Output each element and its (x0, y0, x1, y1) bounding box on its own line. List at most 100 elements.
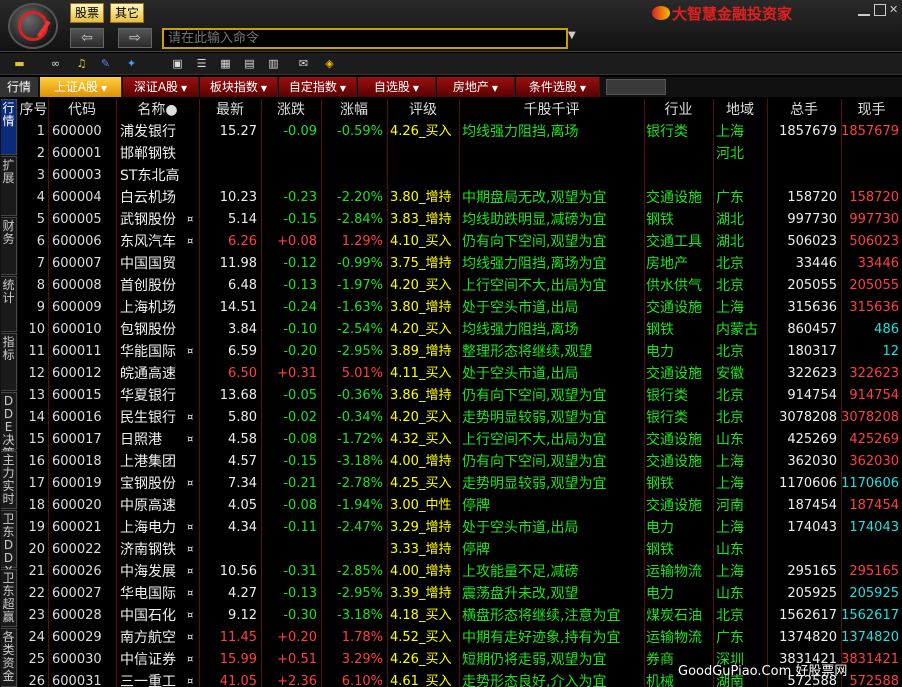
side-tab-dde[interactable]: DDE决策 (1, 392, 17, 460)
col-header-region[interactable]: 地域 (713, 99, 767, 121)
command-dropdown-icon[interactable]: ▼ (568, 30, 576, 41)
app-logo-icon[interactable] (8, 3, 58, 49)
cell-region: 北京 (716, 344, 744, 360)
tab-scrollbar[interactable] (606, 79, 666, 95)
tab-shenzhen-a[interactable]: 深证A股 ▼ (123, 77, 199, 97)
grid-icon[interactable]: ▦ (218, 56, 233, 71)
col-header-industry[interactable]: 行业 (644, 99, 713, 121)
col-header-rating[interactable]: 评级 (387, 99, 459, 121)
list-icon[interactable]: ☰ (194, 56, 209, 71)
side-tab-realtime[interactable]: 主力实时 (1, 451, 17, 509)
cell-region: 北京 (716, 388, 744, 404)
cell-pct: -2.20% (337, 190, 383, 205)
tab-watchlist[interactable]: 自选股 ▼ (358, 77, 436, 97)
side-tab-ddx[interactable]: 卫东DDX (1, 510, 17, 578)
forward-arrow-icon[interactable]: ⇨ (118, 28, 152, 48)
side-tab-indicator[interactable]: 指标 (1, 333, 17, 391)
cell-rating: 4.26_买入 (390, 124, 452, 139)
table-row[interactable]: 8 600008 首创股份 6.48 -0.13 -1.97% 4.20_买入 上行空间不大,… (19, 275, 902, 297)
cell-industry: 交通设施 (646, 190, 702, 206)
link-icon[interactable]: ✎ (98, 56, 113, 71)
back-arrow-icon[interactable]: ⇦ (70, 28, 104, 48)
cell-code: 600021 (52, 520, 102, 535)
col-header-change[interactable]: 涨跌 (261, 99, 321, 121)
cell-mark (187, 275, 199, 297)
cell-code: 600027 (52, 586, 102, 601)
network-icon[interactable]: ✦ (124, 56, 139, 71)
binoculars-icon[interactable]: ∞ (48, 56, 63, 71)
side-tab-chaoying[interactable]: 卫东超赢 (1, 569, 17, 627)
table-row[interactable]: 14 600016 民生银行 ¤ 5.80 -0.02 -0.34% 4.20_买入 走势明显较… (19, 407, 902, 429)
tab-condition-select[interactable]: 条件选股 ▼ (516, 77, 600, 97)
cell-price: 7.34 (228, 476, 257, 491)
cell-mark (187, 363, 199, 385)
table-icon[interactable]: ▥ (266, 56, 281, 71)
table-row[interactable]: 2 600001 邯郸钢铁 河北 (19, 143, 902, 165)
close-icon[interactable]: ✕ (889, 4, 901, 16)
side-tab-extend[interactable]: 扩展 (1, 156, 17, 216)
table-row[interactable]: 6 600006 东风汽车 ¤ 6.26 +0.08 1.29% 4.10_买入 仍有向下空间,… (19, 231, 902, 253)
col-header-code[interactable]: 代码 (48, 99, 116, 121)
table-row[interactable]: 9 600009 上海机场 14.51 -0.24 -1.63% 3.80_增持 处于空头市道… (19, 297, 902, 319)
col-header-name[interactable]: 名称● (116, 99, 199, 121)
table-row[interactable]: 18 600020 中原高速 4.05 -0.08 -1.94% 3.00_中性 停牌 交通设施… (19, 495, 902, 517)
folder-icon[interactable]: ▬ (12, 56, 27, 71)
brand-text: 大智慧金融投资家 (672, 5, 793, 23)
side-tab-stats[interactable]: 统计 (1, 276, 17, 332)
table-row[interactable]: 12 600012 皖通高速 6.50 +0.31 5.01% 4.11_买入 处于空头市道,… (19, 363, 902, 385)
maximize-icon[interactable] (874, 4, 886, 16)
cell-code: 600011 (52, 344, 102, 359)
col-header-price[interactable]: 最新 (199, 99, 261, 121)
table-row[interactable]: 20 600022 济南钢铁 ¤ 3.33_增持 停牌 钢铁 山东 (19, 539, 902, 561)
table-row[interactable]: 24 600029 南方航空 ¤ 11.45 +0.20 1.78% 4.52_买入 中期有走好… (19, 627, 902, 649)
mail-icon[interactable]: ✉ (296, 56, 311, 71)
cell-cur: 174043 (849, 520, 899, 535)
cell-industry: 钢铁 (646, 542, 674, 558)
table-row[interactable]: 23 600028 中国石化 ¤ 9.12 -0.30 -3.18% 4.18_买入 横盘形态将… (19, 605, 902, 627)
table-row[interactable]: 16 600018 上港集团 4.57 -0.15 -3.18% 4.00_增持 仍有向下空间… (19, 451, 902, 473)
col-header-pct[interactable]: 涨幅 (321, 99, 387, 121)
tab-market[interactable]: 行情 (0, 77, 38, 97)
tab-sector-index[interactable]: 板块指数 ▼ (200, 77, 278, 97)
cell-code: 600028 (52, 608, 102, 623)
table-row[interactable]: 5 600005 武钢股份 ¤ 5.14 -0.15 -2.84% 3.83_增持 均线助跌明显… (19, 209, 902, 231)
tab-real-estate[interactable]: 房地产 ▼ (437, 77, 515, 97)
menu-other-button[interactable]: 其它 (110, 3, 145, 23)
menu-stocks-button[interactable]: 股票 (70, 3, 105, 23)
side-tab-market[interactable]: 行情 (1, 99, 17, 155)
save-icon[interactable]: ▣ (170, 56, 185, 71)
table-row[interactable]: 10 600010 包钢股份 3.84 -0.10 -2.54% 4.20_买入 均线强力阻挡… (19, 319, 902, 341)
table-row[interactable]: 11 600011 华能国际 ¤ 6.59 -0.20 -2.95% 3.89_增持 整理形态将… (19, 341, 902, 363)
table-row[interactable]: 22 600027 华电国际 ¤ 4.27 -0.13 -2.95% 3.39_增持 震荡盘升未… (19, 583, 902, 605)
page-icon[interactable]: ▤ (242, 56, 257, 71)
table-row[interactable]: 4 600004 白云机场 10.23 -0.23 -2.20% 3.80_增持 中期盘局无改… (19, 187, 902, 209)
table-row[interactable]: 17 600019 宝钢股份 ¤ 7.34 -0.21 -2.78% 4.25_买入 走势明显较… (19, 473, 902, 495)
tab-custom-index[interactable]: 自定指数 ▼ (279, 77, 357, 97)
side-tab-funds[interactable]: 各类资金 (1, 628, 17, 687)
table-row[interactable]: 21 600026 中海发展 ¤ 10.56 -0.31 -2.85% 4.00_增持 上攻能量… (19, 561, 902, 583)
cell-chg (261, 165, 317, 187)
cell-region: 湖北 (716, 234, 744, 250)
cell-pct (321, 143, 383, 165)
col-header-comment[interactable]: 千股千评 (459, 99, 644, 121)
command-input[interactable] (162, 28, 568, 49)
col-header-volume[interactable]: 总手 (767, 99, 841, 121)
cell-price: 4.34 (228, 520, 257, 535)
side-tab-finance[interactable]: 财务 (1, 217, 17, 275)
cell-price: 4.05 (228, 498, 257, 513)
tab-shanghai-a[interactable]: 上证A股 ▼ (40, 77, 122, 97)
table-row[interactable]: 1 600000 浦发银行 15.27 -0.09 -0.59% 4.26_买入 均线强力阻挡… (19, 121, 902, 143)
cell-industry (646, 143, 713, 165)
minimize-icon[interactable] (858, 4, 870, 16)
table-row[interactable]: 15 600017 日照港 ¤ 4.58 -0.08 -1.72% 4.32_买入 上行空间不大… (19, 429, 902, 451)
cell-code: 600006 (52, 234, 102, 249)
table-row[interactable]: 19 600021 上海电力 ¤ 4.34 -0.11 -2.47% 3.29_增持 处于空头市… (19, 517, 902, 539)
help-icon[interactable]: ◈ (322, 56, 337, 71)
table-row[interactable]: 3 600003 ST东北高 (19, 165, 902, 187)
table-row[interactable]: 13 600015 华夏银行 13.68 -0.05 -0.36% 3.86_增持 仍有向下空… (19, 385, 902, 407)
col-header-current[interactable]: 现手 (841, 99, 902, 121)
bell-icon[interactable]: ♫ (74, 56, 89, 71)
cell-pct: 5.01% (341, 366, 383, 381)
col-header-index[interactable]: 序号 (19, 99, 48, 121)
table-row[interactable]: 7 600007 中国国贸 11.98 -0.12 -0.99% 3.75_增持 均线强力阻挡… (19, 253, 902, 275)
